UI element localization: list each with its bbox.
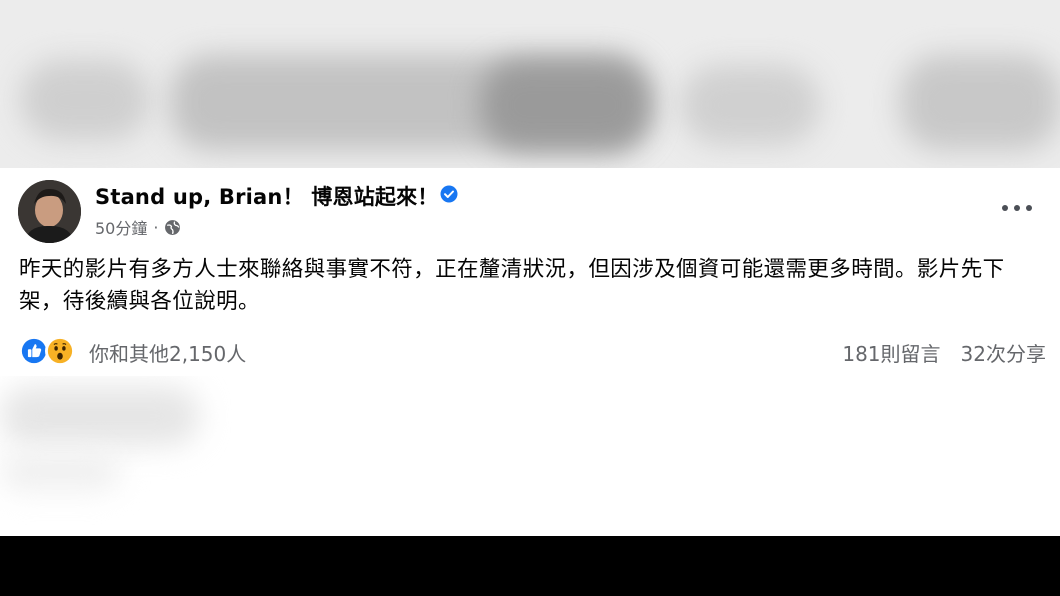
dot <box>1002 205 1008 211</box>
blurred-footer-region <box>0 376 1060 536</box>
dot <box>1014 205 1020 211</box>
engagement-stats: 181則留言 32次分享 <box>842 338 1046 367</box>
wow-icon <box>45 336 75 366</box>
more-options-button[interactable] <box>1002 198 1032 218</box>
post-body: 昨天的影片有多方人士來聯絡與事實不符，正在釐清狀況，但因涉及個資可能還需更多時間… <box>19 257 1005 314</box>
globe-icon <box>165 219 181 235</box>
post-timestamp[interactable]: 50分鐘 <box>95 215 147 239</box>
author-name[interactable]: Stand up, Brian！ 博恩站起來！ <box>95 181 439 211</box>
comment-count[interactable]: 181則留言 <box>842 338 940 367</box>
share-count[interactable]: 32次分享 <box>961 338 1046 367</box>
black-bottom-bar <box>0 536 1060 596</box>
dot <box>1026 205 1032 211</box>
post-meta: 50分鐘 · <box>95 215 181 239</box>
facebook-post: Stand up, Brian！ 博恩站起來！ 50分鐘 · 昨天的影片有多方人… <box>0 168 1060 376</box>
reaction-icons[interactable] <box>19 336 75 366</box>
blurred-header-region <box>0 0 1060 168</box>
meta-separator: · <box>153 217 159 237</box>
avatar[interactable] <box>18 180 81 243</box>
verified-badge-icon <box>440 185 458 203</box>
reaction-count[interactable]: 你和其他2,150人 <box>89 338 246 367</box>
